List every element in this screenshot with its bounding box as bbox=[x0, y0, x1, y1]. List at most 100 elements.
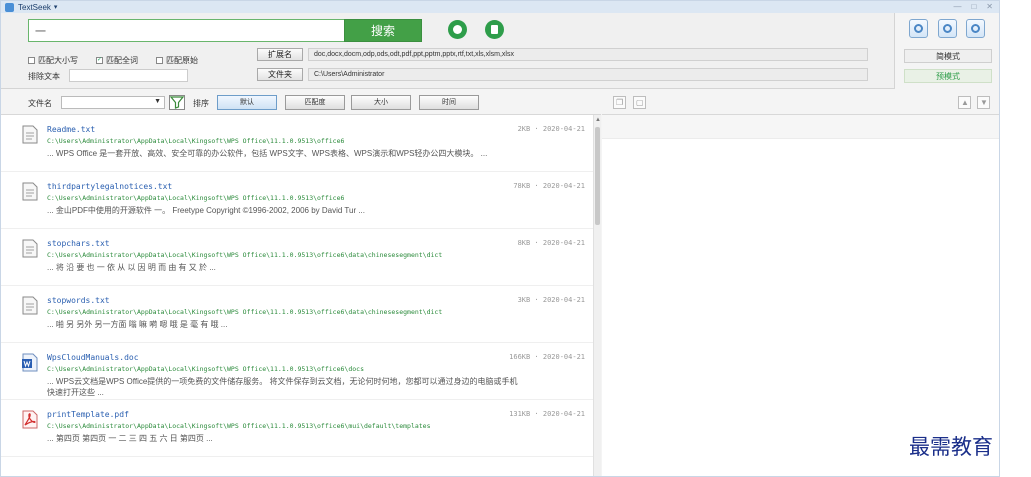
preview-header bbox=[602, 115, 999, 139]
option-match-whole[interactable]: ✓ 匹配全词 bbox=[96, 55, 138, 66]
dropdown-arrow-icon: ▼ bbox=[154, 98, 161, 105]
search-panel: 搜索 匹配大小写 ✓ 匹配全词 匹配原始 排除文本 扩展名 doc,docx,d… bbox=[1, 13, 999, 89]
refresh-button[interactable] bbox=[938, 19, 957, 38]
clear-button[interactable] bbox=[485, 20, 504, 39]
results-scrollbar[interactable]: ▲ bbox=[593, 115, 601, 476]
title-bar: TextSeek ▾ — □ ✕ bbox=[1, 1, 999, 13]
search-input[interactable] bbox=[28, 19, 345, 42]
result-meta: 166KB · 2020-04-21 bbox=[509, 353, 585, 361]
magnifier-icon bbox=[971, 24, 980, 33]
result-snippet: ... 第四页 第四页 一 二 三 四 五 六 日 第四页 ... bbox=[47, 434, 213, 443]
watermark-text: 最需教育 bbox=[909, 435, 993, 459]
word-file-icon bbox=[22, 353, 38, 372]
app-title: TextSeek bbox=[18, 2, 51, 12]
result-filename[interactable]: Readme.txt bbox=[47, 125, 95, 134]
result-path[interactable]: C:\Users\Administrator\AppData\Local\Kin… bbox=[47, 137, 344, 145]
match-case-checkbox[interactable] bbox=[28, 57, 35, 64]
sort-relevance-button[interactable]: 匹配度 bbox=[285, 95, 345, 110]
result-filename[interactable]: stopwords.txt bbox=[47, 296, 110, 305]
filter-funnel-button[interactable] bbox=[169, 95, 185, 110]
results-list: Readme.txt 2KB · 2020-04-21 C:\Users\Adm… bbox=[1, 115, 601, 476]
result-item[interactable]: printTemplate.pdf 131KB · 2020-04-21 C:\… bbox=[1, 400, 593, 457]
result-meta: 8KB · 2020-04-21 bbox=[517, 239, 585, 247]
scroll-up-icon[interactable]: ▲ bbox=[595, 117, 601, 123]
gear-icon bbox=[914, 24, 923, 33]
folder-field[interactable]: C:\Users\Administrator bbox=[308, 68, 868, 81]
trash-icon bbox=[491, 25, 498, 34]
result-filename[interactable]: printTemplate.pdf bbox=[47, 410, 129, 419]
result-item[interactable]: thirdpartylegalnotices.txt 78KB · 2020-0… bbox=[1, 172, 593, 229]
extension-field[interactable]: doc,docx,docm,odp,ods,odt,pdf,ppt,pptm,p… bbox=[308, 48, 868, 61]
result-path[interactable]: C:\Users\Administrator\AppData\Local\Kin… bbox=[47, 365, 364, 373]
result-path[interactable]: C:\Users\Administrator\AppData\Local\Kin… bbox=[47, 251, 442, 259]
side-panel: 简模式 预模式 bbox=[894, 13, 999, 89]
arrow-up-icon: ▲ bbox=[961, 98, 969, 107]
folder-button[interactable]: 文件夹 bbox=[257, 68, 303, 81]
settings-button[interactable] bbox=[909, 19, 928, 38]
refresh-icon bbox=[943, 24, 952, 33]
app-window: TextSeek ▾ — □ ✕ 搜索 匹配大小写 ✓ 匹配全词 匹配原始 排除… bbox=[0, 0, 1000, 477]
result-snippet-continued: 快速打开这些 ... bbox=[47, 388, 104, 397]
app-menu-caret-icon[interactable]: ▾ bbox=[54, 3, 58, 11]
match-regex-label: 匹配原始 bbox=[166, 56, 198, 65]
filename-label: 文件名 bbox=[28, 99, 52, 108]
result-snippet: ... 金山PDF中使用的开源软件 一。 Freetype Copyright … bbox=[47, 206, 366, 215]
result-meta: 2KB · 2020-04-21 bbox=[517, 125, 585, 133]
result-item[interactable]: WpsCloudManuals.doc 166KB · 2020-04-21 C… bbox=[1, 343, 593, 400]
preview-toolbar: ❐ ▢ ▲ ▼ bbox=[602, 90, 999, 115]
filename-select[interactable]: ▼ bbox=[61, 96, 165, 109]
text-file-icon bbox=[22, 125, 38, 144]
maximize-icon[interactable]: □ bbox=[971, 1, 976, 13]
scrollbar-thumb[interactable] bbox=[595, 127, 600, 225]
sort-size-button[interactable]: 大小 bbox=[351, 95, 411, 110]
match-whole-label: 匹配全词 bbox=[106, 56, 138, 65]
match-regex-checkbox[interactable] bbox=[156, 57, 163, 64]
result-meta: 3KB · 2020-04-21 bbox=[517, 296, 585, 304]
result-path[interactable]: C:\Users\Administrator\AppData\Local\Kin… bbox=[47, 308, 442, 316]
result-filename[interactable]: WpsCloudManuals.doc bbox=[47, 353, 139, 362]
result-snippet: ... 啪 另 另外 另一方面 嗡 嘛 嗬 嗯 哦 是 毫 有 哦 ... bbox=[47, 320, 228, 329]
simple-mode-button[interactable]: 简模式 bbox=[904, 49, 992, 63]
stop-button[interactable] bbox=[448, 20, 467, 39]
result-item[interactable]: stopchars.txt 8KB · 2020-04-21 C:\Users\… bbox=[1, 229, 593, 286]
option-match-regex[interactable]: 匹配原始 bbox=[156, 55, 198, 66]
result-filename[interactable]: stopchars.txt bbox=[47, 239, 110, 248]
stop-icon bbox=[453, 25, 462, 34]
match-case-label: 匹配大小写 bbox=[38, 56, 78, 65]
arrow-down-icon: ▼ bbox=[980, 98, 988, 107]
preview-copy-button[interactable]: ❐ bbox=[613, 96, 626, 109]
text-file-icon bbox=[22, 296, 38, 315]
find-button[interactable] bbox=[966, 19, 985, 38]
result-snippet: ... WPS云文档是WPS Office提供的一项免费的文件储存服务。 将文件… bbox=[47, 377, 518, 386]
result-meta: 78KB · 2020-04-21 bbox=[513, 182, 585, 190]
preview-open-button[interactable]: ▢ bbox=[633, 96, 646, 109]
preview-next-match-button[interactable]: ▼ bbox=[977, 96, 990, 109]
funnel-icon bbox=[170, 96, 184, 109]
result-item[interactable]: Readme.txt 2KB · 2020-04-21 C:\Users\Adm… bbox=[1, 115, 593, 172]
result-filename[interactable]: thirdpartylegalnotices.txt bbox=[47, 182, 172, 191]
close-icon[interactable]: ✕ bbox=[986, 1, 993, 13]
preview-pane bbox=[602, 139, 999, 476]
document-icon: ▢ bbox=[636, 98, 644, 107]
preview-prev-match-button[interactable]: ▲ bbox=[958, 96, 971, 109]
copy-icon: ❐ bbox=[616, 98, 624, 107]
exclude-text-input[interactable] bbox=[69, 69, 188, 82]
sort-time-button[interactable]: 时间 bbox=[419, 95, 479, 110]
option-match-case[interactable]: 匹配大小写 bbox=[28, 55, 78, 66]
result-path[interactable]: C:\Users\Administrator\AppData\Local\Kin… bbox=[47, 422, 431, 430]
app-logo-icon bbox=[5, 2, 14, 12]
search-button[interactable]: 搜索 bbox=[344, 19, 422, 42]
sort-default-button[interactable]: 默认 bbox=[217, 95, 277, 110]
text-file-icon bbox=[22, 182, 38, 201]
result-snippet: ... WPS Office 是一套开放、高效、安全可靠的办公软件，包括 WPS… bbox=[47, 149, 488, 158]
extension-button[interactable]: 扩展名 bbox=[257, 48, 303, 61]
result-path[interactable]: C:\Users\Administrator\AppData\Local\Kin… bbox=[47, 194, 344, 202]
result-snippet: ... 将 沿 要 也 一 依 从 以 因 明 而 由 有 又 於 ... bbox=[47, 263, 216, 272]
filter-bar: 文件名 ▼ 排序 默认 匹配度 大小 时间 bbox=[1, 90, 601, 115]
match-whole-checkbox[interactable]: ✓ bbox=[96, 57, 103, 64]
detail-mode-button[interactable]: 预模式 bbox=[904, 69, 992, 83]
exclude-text-label: 排除文本 bbox=[28, 72, 60, 81]
minimize-icon[interactable]: — bbox=[953, 1, 961, 13]
sort-label: 排序 bbox=[193, 99, 209, 108]
result-item[interactable]: stopwords.txt 3KB · 2020-04-21 C:\Users\… bbox=[1, 286, 593, 343]
